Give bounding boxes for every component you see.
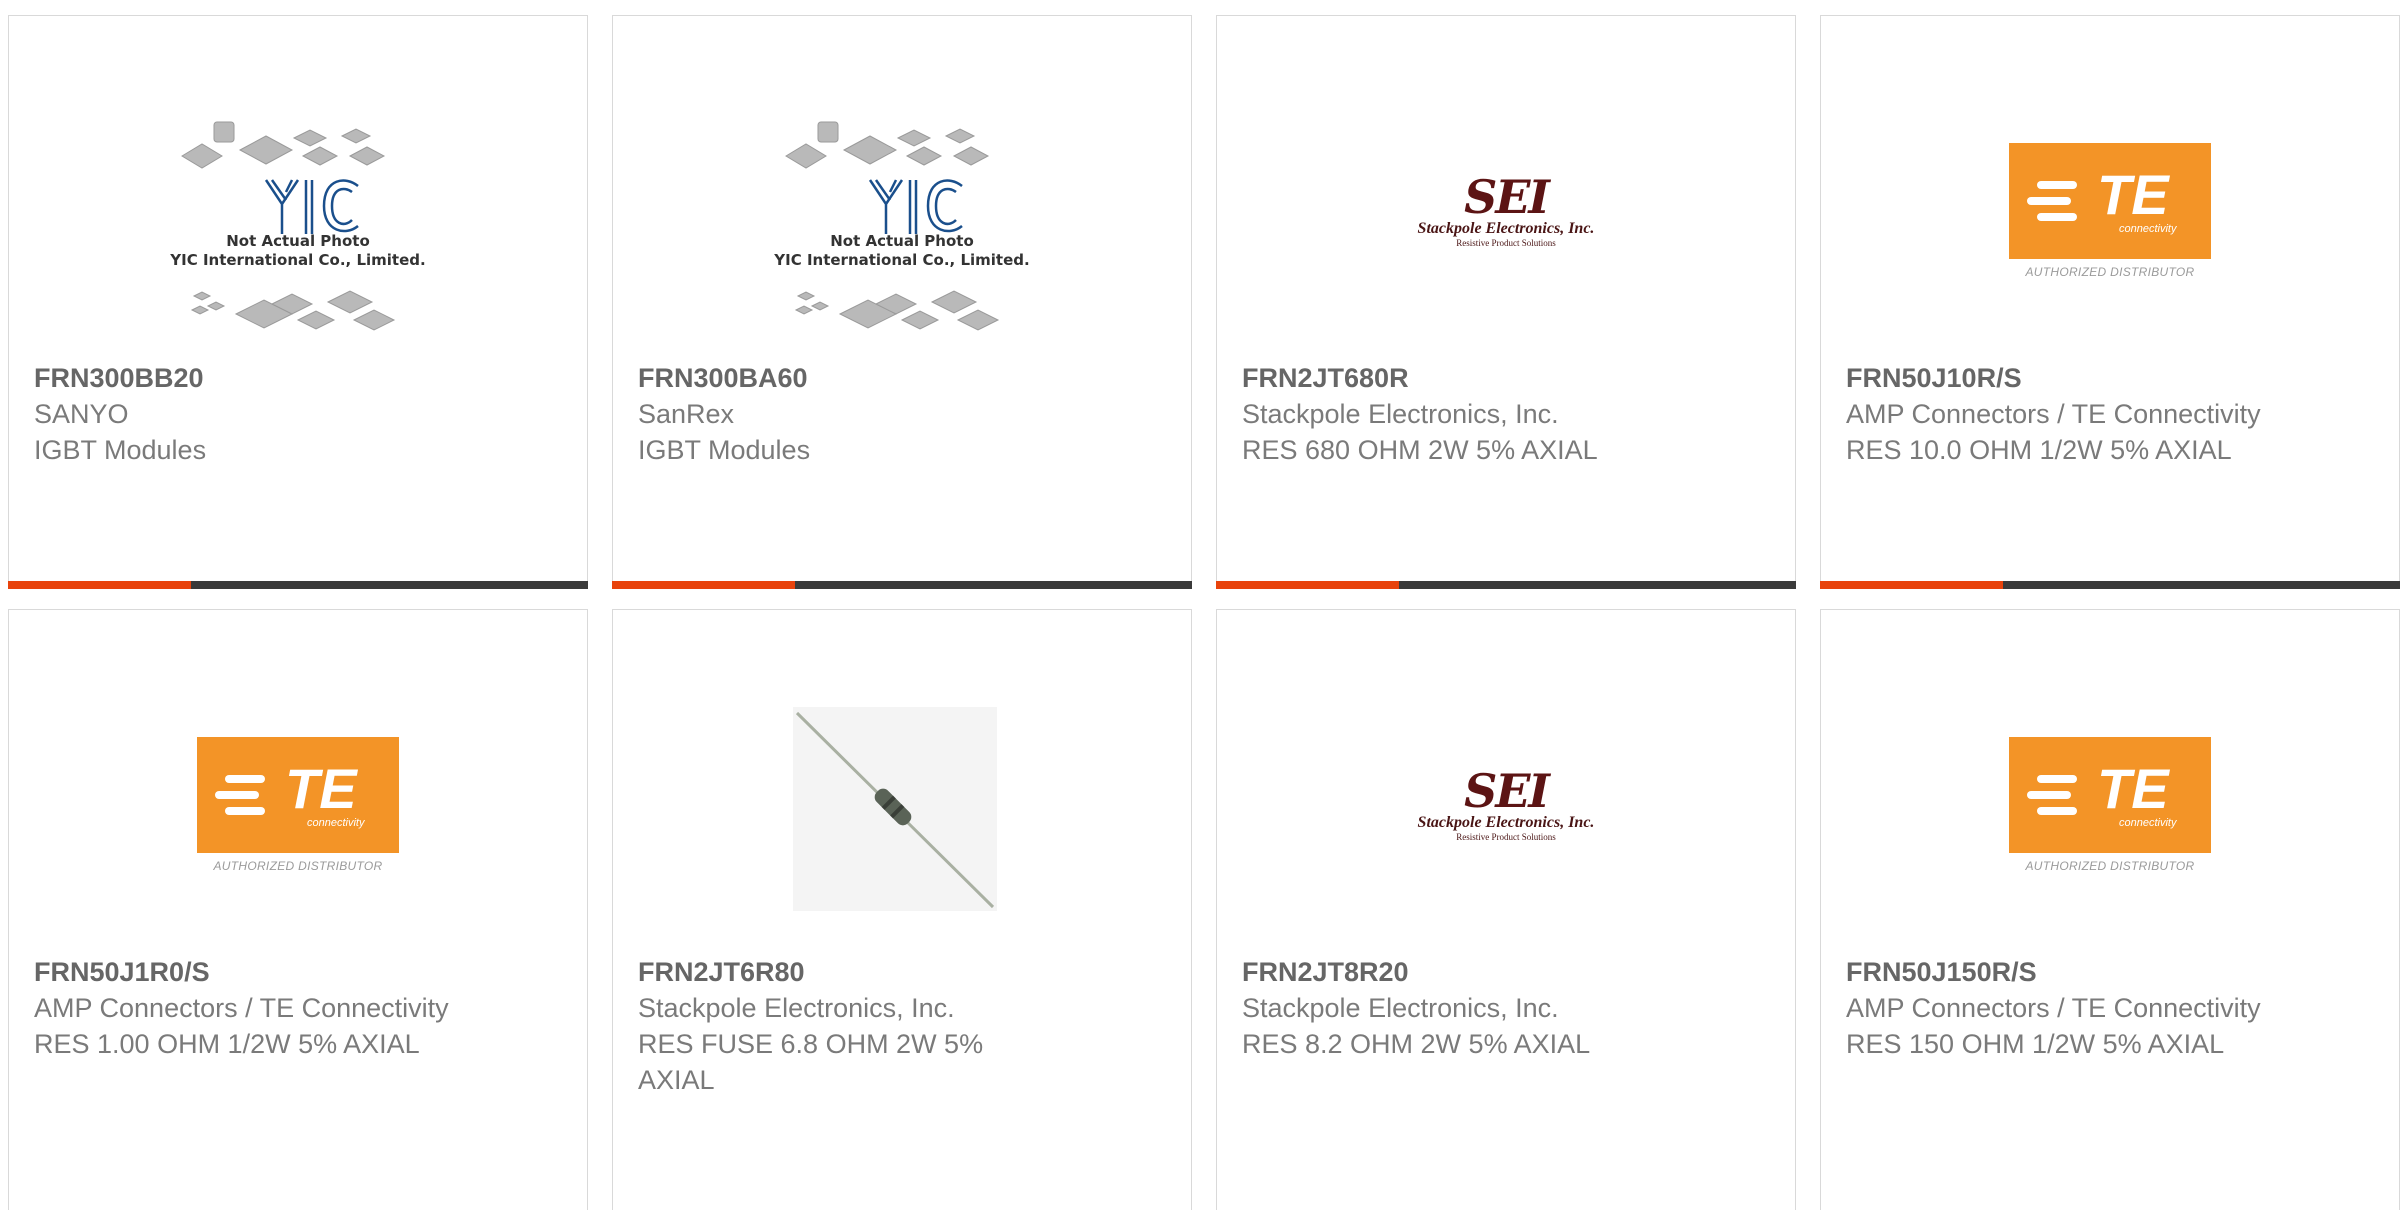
te-logo-sub: connectivity (2119, 223, 2177, 235)
sei-logo-tagline: Resistive Product Solutions (1456, 832, 1556, 842)
manufacturer-name: Stackpole Electronics, Inc. (638, 993, 955, 1023)
yic-placeholder-image: Not Actual Photo YIC International Co., … (752, 96, 1052, 366)
manufacturer-name: SanRex (638, 399, 735, 429)
manufacturer-name: AMP Connectors / TE Connectivity (1846, 399, 2261, 429)
sei-logo: SEI Stackpole Electronics, Inc. Resistiv… (1401, 171, 1611, 251)
card-accent-bar (612, 581, 1192, 589)
product-image[interactable]: TE connectivity AUTHORIZED DISTRIBUTOR (1960, 690, 2260, 960)
product-card[interactable]: TE connectivity AUTHORIZED DISTRIBUTOR F… (1820, 609, 2400, 1210)
product-card[interactable]: Not Actual Photo YIC International Co., … (612, 15, 1192, 589)
product-description: RES 150 OHM 1/2W 5% AXIAL (1846, 1029, 2225, 1059)
te-logo-mark: TE (2097, 757, 2169, 820)
manufacturer-name: AMP Connectors / TE Connectivity (34, 993, 449, 1023)
manufacturer-name: Stackpole Electronics, Inc. (1242, 399, 1559, 429)
manufacturer-name: AMP Connectors / TE Connectivity (1846, 993, 2261, 1023)
product-description: RES 1.00 OHM 1/2W 5% AXIAL (34, 1029, 420, 1059)
sei-logo-mark: SEI (1464, 764, 1550, 818)
sei-logo-company: Stackpole Electronics, Inc. (1417, 814, 1595, 831)
product-card[interactable]: TE connectivity AUTHORIZED DISTRIBUTOR F… (1820, 15, 2400, 589)
yic-placeholder-image: Not Actual Photo YIC International Co., … (148, 96, 448, 366)
te-logo: TE connectivity AUTHORIZED DISTRIBUTOR (197, 737, 399, 873)
yic-note-line: Not Actual Photo (830, 232, 974, 250)
product-description: RES 8.2 OHM 2W 5% AXIAL (1242, 1029, 1591, 1059)
te-logo-distributor: AUTHORIZED DISTRIBUTOR (213, 859, 383, 873)
product-image[interactable] (752, 690, 1052, 960)
te-logo: TE connectivity AUTHORIZED DISTRIBUTOR (2009, 143, 2211, 279)
product-image[interactable]: Not Actual Photo YIC International Co., … (148, 96, 448, 366)
manufacturer-name: Stackpole Electronics, Inc. (1242, 993, 1559, 1023)
part-number[interactable]: FRN2JT8R20 (1242, 954, 1662, 990)
part-number[interactable]: FRN50J10R/S (1846, 360, 2266, 396)
product-image[interactable]: TE connectivity AUTHORIZED DISTRIBUTOR (1960, 96, 2260, 366)
part-number[interactable]: FRN300BB20 (34, 360, 454, 396)
product-image[interactable]: SEI Stackpole Electronics, Inc. Resistiv… (1356, 96, 1656, 366)
sei-logo: SEI Stackpole Electronics, Inc. Resistiv… (1401, 765, 1611, 845)
product-image[interactable]: TE connectivity AUTHORIZED DISTRIBUTOR (148, 690, 448, 960)
sei-logo-tagline: Resistive Product Solutions (1456, 238, 1556, 248)
te-logo-distributor: AUTHORIZED DISTRIBUTOR (2025, 859, 2195, 873)
part-number[interactable]: FRN300BA60 (638, 360, 1058, 396)
yic-company-line: YIC International Co., Limited. (170, 251, 426, 269)
axial-resistor-photo (793, 707, 997, 911)
product-image[interactable]: Not Actual Photo YIC International Co., … (752, 96, 1052, 366)
product-card[interactable]: FRN2JT6R80 Stackpole Electronics, Inc. R… (612, 609, 1192, 1210)
manufacturer-name: SANYO (34, 399, 129, 429)
te-logo-mark: TE (2097, 163, 2169, 226)
yic-note-line: Not Actual Photo (226, 232, 370, 250)
product-description: IGBT Modules (638, 435, 811, 465)
te-logo: TE connectivity AUTHORIZED DISTRIBUTOR (2009, 737, 2211, 873)
sei-logo-mark: SEI (1464, 170, 1550, 224)
product-description: RES 10.0 OHM 1/2W 5% AXIAL (1846, 435, 2232, 465)
product-image[interactable]: SEI Stackpole Electronics, Inc. Resistiv… (1356, 690, 1656, 960)
card-accent-bar (8, 581, 588, 589)
product-description: RES 680 OHM 2W 5% AXIAL (1242, 435, 1598, 465)
product-grid: Not Actual Photo YIC International Co., … (8, 15, 2400, 1210)
te-logo-distributor: AUTHORIZED DISTRIBUTOR (2025, 265, 2195, 279)
product-card[interactable]: TE connectivity AUTHORIZED DISTRIBUTOR F… (8, 609, 588, 1210)
product-card[interactable]: Not Actual Photo YIC International Co., … (8, 15, 588, 589)
te-logo-sub: connectivity (2119, 817, 2177, 829)
part-number[interactable]: FRN50J1R0/S (34, 954, 454, 990)
part-number[interactable]: FRN2JT680R (1242, 360, 1662, 396)
part-number[interactable]: FRN2JT6R80 (638, 954, 1058, 990)
product-card[interactable]: SEI Stackpole Electronics, Inc. Resistiv… (1216, 609, 1796, 1210)
te-logo-mark: TE (285, 757, 357, 820)
te-logo-sub: connectivity (307, 817, 365, 829)
part-number[interactable]: FRN50J150R/S (1846, 954, 2266, 990)
card-accent-bar (1216, 581, 1796, 589)
card-accent-bar (1820, 581, 2400, 589)
yic-company-line: YIC International Co., Limited. (774, 251, 1030, 269)
sei-logo-company: Stackpole Electronics, Inc. (1417, 220, 1595, 237)
product-description: RES FUSE 6.8 OHM 2W 5% AXIAL (638, 1029, 984, 1095)
product-description: IGBT Modules (34, 435, 207, 465)
product-card[interactable]: SEI Stackpole Electronics, Inc. Resistiv… (1216, 15, 1796, 589)
